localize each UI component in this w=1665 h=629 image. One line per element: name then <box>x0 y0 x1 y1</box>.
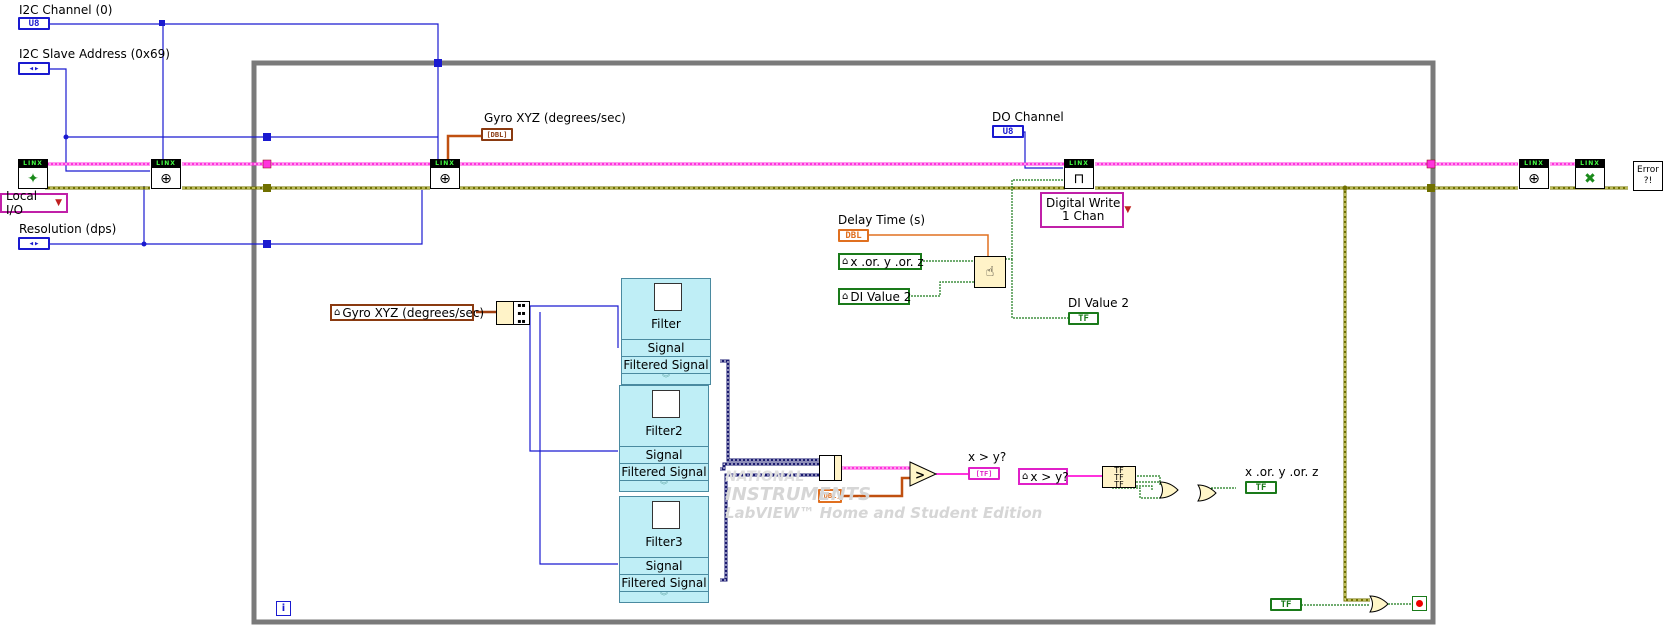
bandpass-icon <box>654 283 682 311</box>
filter-3-name: Filter3 <box>645 535 683 549</box>
expand-chevron-icon[interactable]: ︾ <box>622 373 710 384</box>
resource-tunnel-right <box>1427 184 1435 192</box>
linx-bar: LINX <box>1576 160 1604 168</box>
linx-close-vi[interactable]: LINX ✖ <box>1575 159 1605 189</box>
linx-bar: LINX <box>152 160 180 168</box>
block-diagram: > <box>45 20 1628 625</box>
expand-chevron-icon[interactable]: ︾ <box>620 480 708 491</box>
filter-2-signal: Signal <box>620 446 708 463</box>
resource-junction <box>1342 185 1348 191</box>
filter-3-filtered: Filtered Signal <box>620 574 708 590</box>
dropdown-arrow-icon: ▼ <box>55 198 62 208</box>
ni-watermark: NATIONAL INSTRUMENTS LabVIEW™ Home and S… <box>725 468 1042 522</box>
linx-gyro-read-vi[interactable]: LINX ⊕ <box>430 159 460 189</box>
delay-time-label: Delay Time (s) <box>838 213 926 227</box>
linx-close-icon: ✖ <box>1584 170 1596 187</box>
digital-write-text: Digital Write 1 Chan <box>1046 196 1121 223</box>
dropdown-arrow-icon: ▼ <box>1124 204 1132 215</box>
delay-time-terminal[interactable]: DBL <box>838 229 869 242</box>
gyro-close-icon: ⊕ <box>1528 170 1540 187</box>
local-var-di-value2[interactable]: ⌂ DI Value 2 <box>838 288 912 305</box>
linx-bar: LINX <box>431 160 459 168</box>
expand-chevron-icon[interactable]: ︾ <box>620 591 708 602</box>
do-channel-terminal[interactable]: U8 <box>992 125 1024 138</box>
gyro-read-icon: ⊕ <box>439 170 451 187</box>
index-array-outputs: ▪▪ ▪▪ ▪▪ <box>513 301 530 325</box>
or-gate-2[interactable] <box>1197 484 1217 502</box>
xgty-indicator-label: x > y? <box>968 450 1007 464</box>
error-tunnel-left <box>262 159 272 169</box>
i2c-channel-label: I2C Channel (0) <box>19 3 113 17</box>
filter-2-name: Filter2 <box>645 424 683 438</box>
wait-timer-node[interactable]: ☝ <box>974 256 1006 288</box>
gyro-xyz-indicator[interactable]: [DBL] <box>481 128 513 141</box>
watermark-line3: LabVIEW™ Home and Student Edition <box>725 504 1043 522</box>
bool-wires <box>908 179 1370 606</box>
or-gate-stop[interactable] <box>1369 595 1389 613</box>
resolution-terminal[interactable]: ◂▸ <box>18 237 50 250</box>
resolution-label: Resolution (dps) <box>19 222 117 236</box>
error-tunnel-right <box>1426 159 1436 169</box>
filter-3-signal: Signal <box>620 557 708 574</box>
local-var-gyro-xyz[interactable]: ⌂ Gyro XYZ (degrees/sec) <box>330 304 484 321</box>
loop-iteration-terminal: i <box>276 601 291 616</box>
filter-2-filtered: Filtered Signal <box>620 463 708 479</box>
linx-open-icon: ✦ <box>27 170 39 187</box>
linx-bar: LINX <box>1065 160 1093 168</box>
hand-timer-icon: ☝ <box>985 264 995 280</box>
xoryorz-indicator-label: x .or. y .or. z <box>1245 465 1319 479</box>
local-var-di-text: DI Value 2 <box>850 289 912 304</box>
di-value2-label: DI Value 2 <box>1068 296 1129 310</box>
index-bool-array-node[interactable]: TF TF TF <box>1102 466 1136 489</box>
filter-1-express-vi[interactable]: Filter Signal Filtered Signal ︾ <box>621 278 711 385</box>
linx-open-vi[interactable]: LINX ✦ <box>18 159 48 189</box>
gyro-out-wire <box>446 134 481 160</box>
gyro-init-icon: ⊕ <box>160 170 172 187</box>
watermark-line2: INSTRUMENTS <box>725 484 871 505</box>
di-value2-indicator[interactable]: TF <box>1068 312 1099 325</box>
local-var-xoryorz-text: x .or. y .or. z <box>850 254 924 269</box>
local-io-ring[interactable]: Local I/O ▼ <box>0 189 68 217</box>
i2c-slave-label: I2C Slave Address (0x69) <box>19 47 170 61</box>
bandpass-icon <box>652 390 680 418</box>
filter-3-express-vi[interactable]: Filter3 Signal Filtered Signal ︾ <box>619 496 709 603</box>
local-var-xoryorz[interactable]: ⌂ x .or. y .or. z <box>838 253 924 270</box>
local-var-gyro-text: Gyro XYZ (degrees/sec) <box>342 305 485 320</box>
resource-wire-core <box>45 187 1628 601</box>
bandpass-icon <box>652 501 680 529</box>
filter-1-name: Filter <box>651 317 681 331</box>
filter-2-express-vi[interactable]: Filter2 Signal Filtered Signal ︾ <box>619 385 709 492</box>
while-loop-frame[interactable] <box>251 60 1436 625</box>
linx-gyro-init-vi[interactable]: LINX ⊕ <box>151 159 181 189</box>
linx-bar: LINX <box>1520 160 1548 168</box>
xoryorz-indicator[interactable]: TF <box>1245 481 1277 494</box>
filter-1-signal: Signal <box>622 339 710 356</box>
gyro-xyz-indicator-label: Gyro XYZ (degrees/sec) <box>484 111 626 125</box>
do-channel-label: DO Channel <box>992 110 1064 124</box>
or-gate-1[interactable] <box>1159 481 1179 499</box>
home-icon: ⌂ <box>334 307 341 318</box>
digital-write-icon: ⊓ <box>1073 170 1085 187</box>
linx-bar: LINX <box>19 160 47 168</box>
linx-digital-write-vi[interactable]: LINX ⊓ <box>1064 159 1094 189</box>
resource-tunnel-left <box>263 184 271 192</box>
stop-button-terminal[interactable]: TF <box>1270 598 1302 611</box>
filter-1-filtered: Filtered Signal <box>622 356 710 372</box>
loop-stop-condition[interactable] <box>1412 596 1427 611</box>
local-io-text: Local I/O <box>6 189 38 217</box>
home-icon: ⌂ <box>842 256 849 267</box>
i2c-channel-terminal[interactable]: U8 <box>18 17 50 30</box>
resource-wire <box>45 186 1628 602</box>
simple-error-handler[interactable]: Error ?! <box>1633 161 1663 191</box>
i2c-slave-terminal[interactable]: ◂▸ <box>18 62 50 75</box>
digital-write-ring[interactable]: Digital Write 1 Chan ▼ <box>1040 192 1131 228</box>
home-icon: ⌂ <box>842 291 849 302</box>
linx-gyro-close-vi[interactable]: LINX ⊕ <box>1519 159 1549 189</box>
